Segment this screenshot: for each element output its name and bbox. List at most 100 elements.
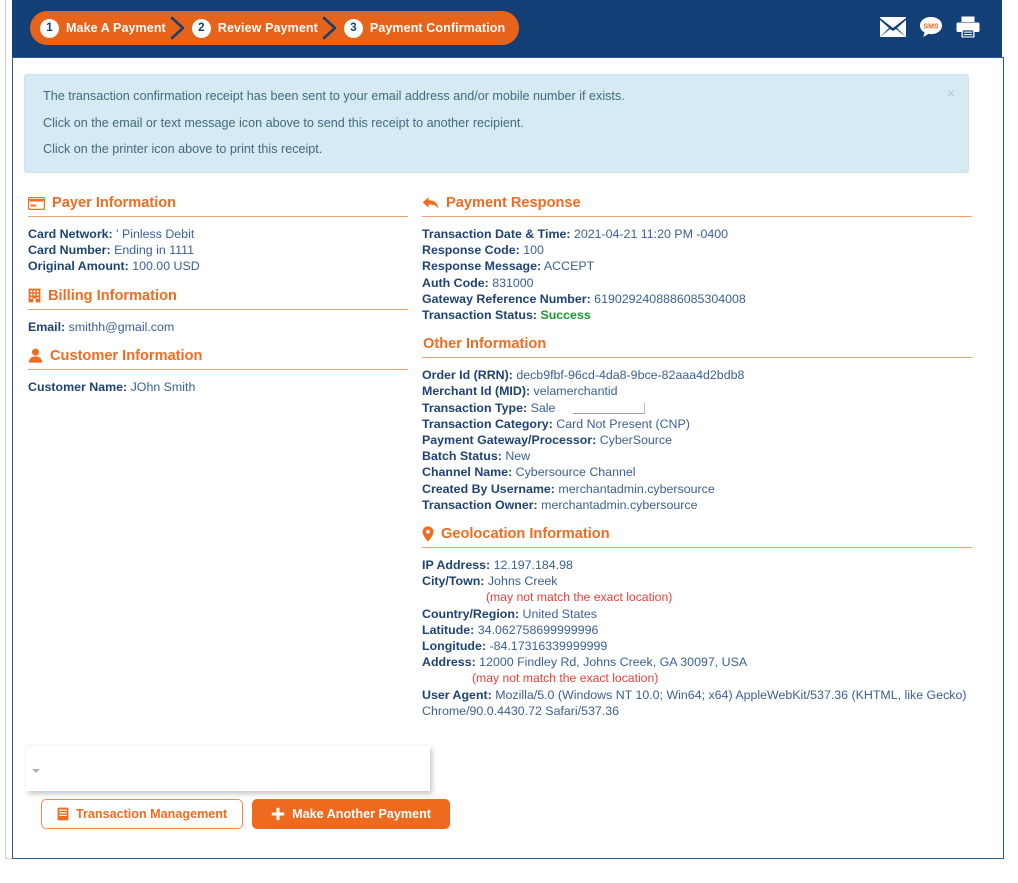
billing-information-heading: Billing Information (28, 288, 408, 310)
breadcrumb-stepper: 1 Make A Payment 2 Review Payment 3 Paym… (30, 11, 520, 45)
row-merchant-id: Merchant Id (MID): velamerchantid (422, 383, 972, 399)
payer-information-section: Payer Information Card Network: ' Pinles… (27, 195, 408, 275)
label-auth-code: Auth Code: (422, 275, 489, 290)
row-user-agent: User Agent: Mozilla/5.0 (Windows NT 10.0… (422, 687, 972, 719)
row-transaction-date-time: Transaction Date & Time: 2021-04-21 11:2… (422, 226, 972, 242)
email-icon[interactable] (880, 17, 906, 37)
customer-information-section: Customer Information Customer Name: JOhn… (28, 348, 408, 395)
payer-information-heading: Payer Information (27, 195, 408, 217)
step-number-1: 1 (40, 18, 59, 38)
row-order-id: Order Id (RRN): decb9fbf-96cd-4da8-9bce-… (422, 367, 972, 383)
value-card-number: Ending in 1111 (114, 243, 194, 258)
step-label-2: Review Payment (217, 21, 318, 35)
payment-response-title: Payment Response (446, 195, 581, 211)
value-ip-address: 12.197.184.98 (493, 558, 573, 573)
make-another-payment-label: Make Another Payment (292, 807, 431, 821)
label-card-network: Card Network: (28, 227, 113, 241)
label-email: Email: (28, 319, 66, 334)
value-gateway-reference-number: 6190292408886085304008 (594, 291, 746, 306)
step-label-3: Payment Confirmation (369, 21, 506, 35)
value-batch-status: New (505, 449, 531, 464)
tooltip-artifact (572, 402, 645, 414)
make-another-payment-button[interactable]: Make Another Payment (252, 799, 450, 829)
value-longitude: -84.17316339999999 (489, 639, 608, 654)
billing-information-section: Billing Information Email: smithh@gmail.… (28, 288, 408, 335)
sms-icon[interactable]: SMS (919, 16, 943, 38)
row-transaction-category: Transaction Category: Card Not Present (… (422, 416, 972, 432)
label-country-region: Country/Region: (422, 606, 520, 621)
row-created-by-username: Created By Username: merchantadmin.cyber… (422, 481, 972, 497)
breadcrumb-step-3[interactable]: 3 Payment Confirmation (343, 11, 506, 45)
person-icon (28, 348, 43, 363)
value-merchant-id: velamerchantid (533, 384, 618, 399)
label-card-number: Card Number: (28, 243, 111, 258)
label-latitude: Latitude: (422, 622, 475, 637)
chevron-right-icon-1 (166, 11, 192, 45)
row-gateway-reference-number: Gateway Reference Number: 61902924088860… (422, 291, 972, 307)
value-response-code: 100 (523, 243, 544, 258)
address-location-note: (may not match the exact location) (472, 671, 659, 686)
label-transaction-status: Transaction Status: (422, 308, 537, 323)
label-transaction-owner: Transaction Owner: (422, 497, 538, 512)
customer-information-title: Customer Information (50, 347, 203, 364)
geolocation-information-title: Geolocation Information (441, 526, 610, 543)
payment-confirmation-page: 1 Make A Payment 2 Review Payment 3 Paym… (0, 0, 1018, 883)
row-transaction-type: Transaction Type: Sale (422, 400, 972, 416)
plus-icon (271, 807, 285, 821)
city-location-note: (may not match the exact location) (486, 590, 673, 605)
transaction-management-button[interactable]: Transaction Management (41, 799, 244, 829)
value-channel-name: Cybersource Channel (515, 465, 636, 480)
payment-response-heading: Payment Response (422, 195, 972, 217)
page-header: 1 Make A Payment 2 Review Payment 3 Paym… (12, 0, 1002, 57)
customer-information-heading: Customer Information (28, 348, 408, 370)
value-email: smithh@gmail.com (68, 319, 175, 334)
label-channel-name: Channel Name: (422, 465, 513, 480)
label-created-by-username: Created By Username: (422, 481, 555, 496)
row-longitude: Longitude: -84.17316339999999 (422, 638, 972, 654)
row-customer-name: Customer Name: JOhn Smith (28, 379, 408, 395)
row-latitude: Latitude: 34.062758699999996 (422, 622, 972, 638)
row-email: Email: smithh@gmail.com (28, 319, 408, 335)
breadcrumb-step-1[interactable]: 1 Make A Payment (40, 11, 166, 45)
label-transaction-category: Transaction Category: (422, 416, 553, 431)
label-original-amount: Original Amount: (28, 259, 129, 274)
value-country-region: United States (522, 606, 597, 621)
row-transaction-owner: Transaction Owner: merchantadmin.cyberso… (422, 497, 972, 513)
building-icon (28, 288, 41, 303)
right-column: Payment Response Transaction Date & Time… (422, 195, 972, 732)
label-customer-name: Customer Name: (28, 379, 128, 394)
row-channel-name: Channel Name: Cybersource Channel (422, 464, 972, 480)
caret-down-icon (32, 769, 40, 773)
label-merchant-id: Merchant Id (MID): (422, 384, 531, 399)
geolocation-information-section: Geolocation Information IP Address: 12.1… (422, 526, 972, 719)
value-transaction-type: Sale (530, 400, 556, 415)
map-pin-icon (422, 526, 434, 542)
chevron-right-icon-2 (318, 11, 344, 45)
alert-line-2: Click on the email or text message icon … (43, 115, 524, 130)
breadcrumb-step-2[interactable]: 2 Review Payment (191, 11, 318, 45)
printer-icon[interactable] (956, 16, 980, 38)
status-badge: Success (540, 308, 591, 323)
value-city-town: Johns Creek (487, 574, 558, 589)
alert-close-icon[interactable]: × (947, 86, 955, 100)
alert-line-3: Click on the printer icon above to print… (43, 142, 323, 157)
value-created-by-username: merchantadmin.cybersource (558, 481, 715, 496)
overlay-panel-artifact (26, 745, 430, 791)
payment-response-section: Payment Response Transaction Date & Time… (422, 195, 972, 323)
label-transaction-date-time: Transaction Date & Time: (422, 227, 571, 241)
row-city-town: City/Town: Johns Creek (422, 573, 972, 589)
value-transaction-category: Card Not Present (CNP) (556, 416, 690, 431)
left-column: Payer Information Card Network: ' Pinles… (27, 195, 408, 408)
row-original-amount: Original Amount: 100.00 USD (28, 258, 408, 274)
alert-line-1: The transaction confirmation receipt has… (43, 89, 625, 103)
label-response-message: Response Message: (422, 259, 542, 274)
info-alert: The transaction confirmation receipt has… (24, 74, 969, 173)
row-payment-gateway: Payment Gateway/Processor: CyberSource (422, 432, 972, 448)
label-user-agent: User Agent: (422, 687, 492, 702)
label-address: Address: (422, 655, 476, 670)
value-auth-code: 831000 (492, 275, 534, 290)
row-response-code: Response Code: 100 (422, 242, 972, 258)
list-document-icon (57, 807, 69, 821)
value-customer-name: JOhn Smith (130, 379, 196, 394)
step-label-1: Make A Payment (66, 21, 166, 35)
